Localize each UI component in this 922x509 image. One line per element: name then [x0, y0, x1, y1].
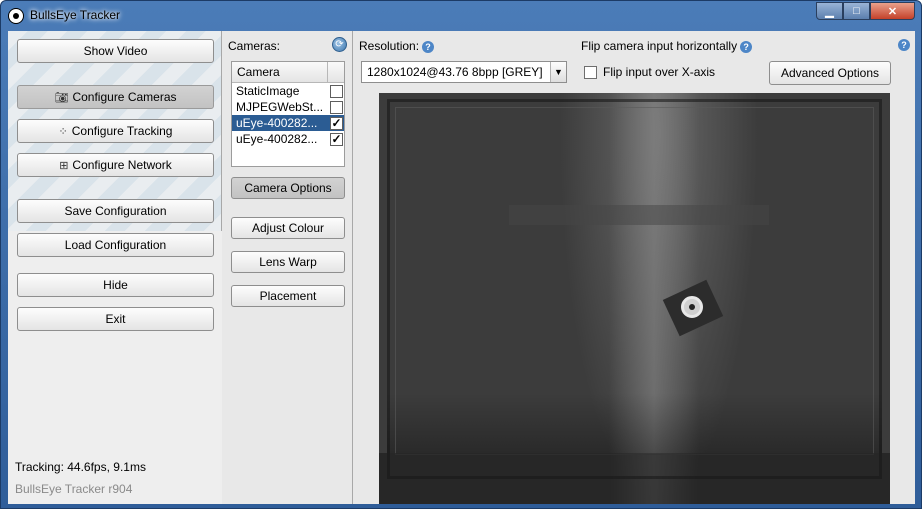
show-video-button[interactable]: Show Video: [17, 39, 214, 63]
bullseye-app-icon: [8, 8, 24, 24]
chevron-down-icon[interactable]: ▼: [550, 62, 566, 82]
list-item[interactable]: uEye-400282... ✓: [232, 131, 344, 147]
cameras-panel: Cameras: ⟳ Camera StaticImage MJPEGWebSt…: [222, 31, 353, 504]
help-icon[interactable]: ?: [422, 40, 435, 53]
configure-network-label: Configure Network: [72, 158, 172, 172]
camera-name: MJPEGWebSt...: [236, 100, 324, 114]
adjust-colour-button[interactable]: Adjust Colour: [231, 217, 345, 239]
version-label: BullsEye Tracker r904: [15, 482, 133, 496]
preview-frame-inner: [395, 107, 874, 455]
resolution-label: Resolution:: [359, 39, 420, 53]
camera-enable-checkbox[interactable]: ✓: [330, 132, 343, 146]
help-icon[interactable]: ?: [740, 40, 753, 53]
app-window: BullsEye Tracker ▁ □ ✕ Show Video 📷︎ Con…: [0, 0, 922, 509]
camera-enable-checkbox[interactable]: ✓: [330, 116, 343, 130]
placement-button[interactable]: Placement: [231, 285, 345, 307]
lens-warp-button[interactable]: Lens Warp: [231, 251, 345, 273]
network-icon: ⊞: [59, 159, 69, 172]
close-button[interactable]: ✕: [870, 2, 915, 20]
title-bar[interactable]: BullsEye Tracker ▁ □ ✕: [1, 1, 921, 31]
window-title: BullsEye Tracker: [30, 8, 121, 22]
camera-options-button[interactable]: Camera Options: [231, 177, 345, 199]
tracking-icon: ⁘: [58, 125, 68, 138]
camera-list[interactable]: Camera StaticImage MJPEGWebSt... uEye-40…: [231, 61, 345, 167]
flip-horizontal-field-label: Flip camera input horizontally?: [581, 39, 753, 53]
flip-x-axis-checkbox[interactable]: [584, 65, 597, 79]
cameras-label: Cameras:: [228, 39, 281, 53]
camera-enable-checkbox[interactable]: [330, 100, 343, 114]
camera-settings-panel: Resolution:? 1280x1024@43.76 8bpp [GREY]…: [353, 31, 915, 504]
camera-column-header[interactable]: Camera: [232, 62, 328, 82]
flip-x-axis-label: Flip input over X-axis: [603, 65, 716, 79]
exit-label: Exit: [105, 312, 126, 326]
configure-cameras-label: Configure Cameras: [72, 90, 177, 104]
camera-preview[interactable]: [379, 93, 890, 504]
refresh-icon[interactable]: ⟳: [332, 37, 347, 52]
hide-button[interactable]: Hide: [17, 273, 214, 297]
help-icon[interactable]: ?: [898, 39, 910, 51]
advanced-options-button[interactable]: Advanced Options: [769, 61, 891, 85]
configure-network-button[interactable]: ⊞ Configure Network: [17, 153, 214, 177]
camera-enable-checkbox[interactable]: [330, 84, 343, 98]
exit-button[interactable]: Exit: [17, 307, 214, 331]
load-configuration-label: Load Configuration: [64, 238, 167, 252]
bullseye-target-icon: [681, 296, 703, 318]
list-item[interactable]: MJPEGWebSt...: [232, 99, 344, 115]
save-configuration-label: Save Configuration: [64, 204, 167, 218]
save-configuration-button[interactable]: Save Configuration: [17, 199, 214, 223]
camera-name: uEye-400282...: [236, 116, 318, 130]
nav-panel: Show Video 📷︎ Configure Cameras ⁘ Config…: [8, 31, 222, 504]
list-item-selected[interactable]: uEye-400282... ✓: [232, 115, 344, 131]
camera-name: uEye-400282...: [236, 132, 318, 146]
resolution-select[interactable]: 1280x1024@43.76 8bpp [GREY] ▼: [361, 61, 567, 83]
preview-floor: [379, 453, 890, 504]
client-area: Show Video 📷︎ Configure Cameras ⁘ Config…: [8, 31, 915, 504]
camera-list-header: Camera: [232, 62, 344, 83]
camera-name: StaticImage: [236, 84, 300, 98]
load-configuration-button[interactable]: Load Configuration: [17, 233, 214, 257]
resolution-field-label: Resolution:?: [359, 39, 435, 53]
hide-label: Hide: [103, 278, 128, 292]
resolution-value: 1280x1024@43.76 8bpp [GREY]: [367, 65, 543, 79]
flip-x-axis-option[interactable]: Flip input over X-axis: [584, 65, 715, 79]
show-video-label: Show Video: [83, 44, 148, 58]
minimize-button[interactable]: ▁: [816, 2, 843, 20]
list-item[interactable]: StaticImage: [232, 83, 344, 99]
configure-cameras-button[interactable]: 📷︎ Configure Cameras: [17, 85, 214, 109]
window-controls: ▁ □ ✕: [816, 2, 915, 20]
tracking-status: Tracking: 44.6fps, 9.1ms: [15, 460, 146, 474]
camera-icon: 📷︎: [54, 91, 69, 104]
maximize-button[interactable]: □: [843, 2, 870, 20]
configure-tracking-button[interactable]: ⁘ Configure Tracking: [17, 119, 214, 143]
configure-tracking-label: Configure Tracking: [71, 124, 173, 138]
flip-horizontal-label: Flip camera input horizontally: [581, 39, 738, 53]
